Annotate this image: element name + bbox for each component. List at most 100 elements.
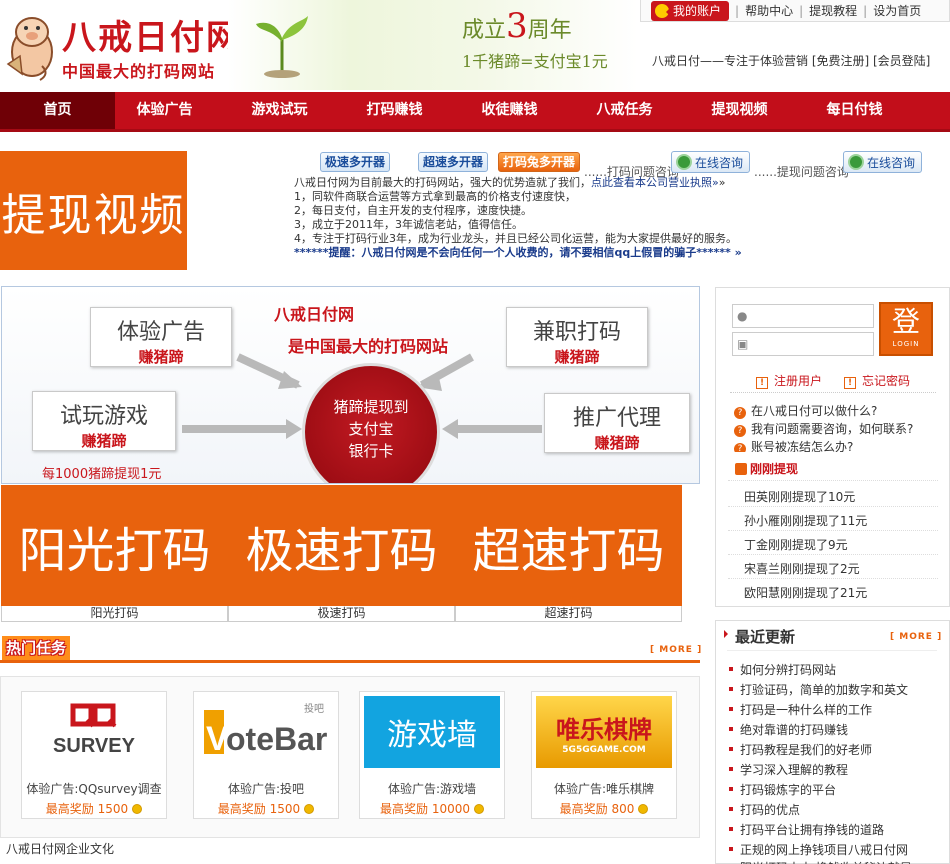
tile-caption[interactable]: 超速打码 — [455, 606, 682, 622]
task-card[interactable]: 游戏墙 体验广告:游戏墙 最高奖励 10000 — [359, 691, 505, 819]
register-link[interactable]: ! 注册用户 — [756, 372, 822, 389]
promo-banner[interactable]: 八戒日付网 是中国最大的打码网站 体验广告 赚猪蹄 兼职打码 赚猪蹄 试玩游戏 … — [1, 286, 700, 484]
nav-item-withdraw-video[interactable]: 提现视频 — [682, 92, 797, 129]
promo-box-sub: 赚猪蹄 — [554, 348, 600, 366]
promo-box-agent: 推广代理 赚猪蹄 — [544, 393, 690, 453]
bullet — [729, 767, 733, 771]
bullet — [729, 807, 733, 811]
tile-sunshine[interactable]: 阳光打码 — [1, 485, 228, 607]
turbo-multi-opener-button[interactable]: 极速多开器 — [320, 152, 391, 172]
forgot-password-link[interactable]: ! 忘记密码 — [844, 372, 910, 389]
nav-item-daily-pay[interactable]: 每日付钱 — [797, 92, 912, 129]
nav-item-experience-ads[interactable]: 体验广告 — [107, 92, 222, 129]
intro-point: 3，成立于2011年，3年诚信老站，值得信任。 — [294, 218, 523, 231]
username-field[interactable]: ● — [732, 304, 874, 328]
recent-article-link[interactable]: 如何分辨打码网站 — [740, 661, 836, 678]
logo-text[interactable]: 八戒日付网 — [62, 10, 242, 59]
recent-article-link[interactable]: 学习深入理解的教程 — [740, 761, 848, 778]
online-consult-button-2[interactable]: 在线咨询 — [843, 151, 923, 173]
withdraw-video-banner[interactable]: 提现视频 — [0, 151, 187, 270]
anniversary-suffix: 周年 — [527, 18, 572, 43]
recent-article-link[interactable]: 绝对靠谱的打码赚钱 — [740, 721, 848, 738]
bullet — [729, 667, 733, 671]
help-center-link[interactable]: 帮助中心 — [745, 2, 793, 19]
divider: | — [735, 3, 740, 18]
recent-article-link[interactable]: 阳光打码中中 挣钱收益秘诀就是 — [740, 859, 912, 864]
divider — [728, 480, 938, 481]
dama-rabbit-opener-button[interactable]: 打码兔多开器 — [498, 152, 581, 172]
withdraw-tutorial-link[interactable]: 提现教程 — [809, 2, 857, 19]
promo-box-parttime: 兼职打码 赚猪蹄 — [506, 307, 648, 367]
online-consult-button[interactable]: 在线咨询 — [671, 151, 751, 173]
business-license-link[interactable]: 点此查看本公司营业执照» — [591, 176, 719, 189]
task-name: 体验广告:唯乐棋牌 — [553, 782, 655, 796]
site-intro: 八戒日付网为目前最大的打码网站，强大的优势造就了我们，点此查看本公司营业执照»»… — [294, 176, 794, 260]
recent-article-link[interactable]: 打码锻炼字的平台 — [740, 781, 836, 798]
question-icon: ? — [734, 425, 746, 437]
recent-article-link[interactable]: 打码的优点 — [740, 801, 800, 818]
header-slogan[interactable]: 八戒日付——专注于体验营销 [免费注册] [会员登陆] — [652, 52, 930, 69]
circle-line: 支付宝 — [348, 420, 394, 438]
hot-tasks-more-link[interactable]: [ MORE ] — [650, 645, 702, 655]
divider — [727, 650, 937, 651]
task-card[interactable]: SURVEY 体验广告:QQsurvey调查 最高奖励 1500 — [21, 691, 167, 819]
faq-item[interactable]: ? 在八戒日付可以做什么? — [734, 402, 877, 419]
question-icon: ? — [734, 443, 746, 452]
logo-subtitle: 中国最大的打码网站 — [62, 62, 216, 81]
set-homepage-link[interactable]: 设为首页 — [873, 2, 921, 19]
main-nav: 首页 体验广告 游戏试玩 打码赚钱 收徒赚钱 八戒任务 提现视频 每日付钱 — [0, 92, 950, 132]
circle-line: 银行卡 — [348, 442, 394, 460]
recent-article-link[interactable]: 正规的网上挣钱项目八戒日付网 — [740, 841, 908, 858]
coin-icon — [474, 804, 485, 814]
faq-item[interactable]: ? 我有问题需要咨询，如何联系? — [734, 420, 913, 437]
svg-text:oteBar: oteBar — [226, 721, 327, 757]
super-multi-opener-button[interactable]: 超速多开器 — [418, 152, 489, 172]
login-button[interactable]: 登 LOGIN — [879, 302, 933, 356]
recent-more-link[interactable]: [ MORE ] — [890, 632, 942, 642]
withdraw-record: 田英刚刚提现了10元 — [744, 490, 856, 504]
nav-item-recruit-earn[interactable]: 收徒赚钱 — [452, 92, 567, 129]
recent-article-link[interactable]: 打码是一种什么样的工作 — [740, 701, 872, 718]
nav-item-game-trial[interactable]: 游戏试玩 — [222, 92, 337, 129]
tile-caption[interactable]: 极速打码 — [228, 606, 455, 622]
alert-icon: ! — [756, 377, 768, 389]
just-withdraw-title: 刚刚提现 — [735, 460, 798, 477]
recent-article-link[interactable]: 打码平台让拥有挣钱的道路 — [740, 821, 884, 838]
corporate-culture-heading[interactable]: 八戒日付网企业文化 — [6, 840, 114, 857]
tile-turbo[interactable]: 极速打码 — [228, 485, 455, 607]
tile-super[interactable]: 超速打码 — [455, 485, 682, 607]
promo-title: 八戒日付网 — [274, 305, 355, 324]
recent-article-link[interactable]: 打码教程是我们的好老师 — [740, 741, 872, 758]
promo-subtitle: 是中国最大的打码网站 — [288, 337, 449, 356]
nav-item-captcha-earn[interactable]: 打码赚钱 — [337, 92, 452, 129]
promo-box-title: 兼职打码 — [532, 320, 621, 345]
withdraw-record: 宋喜兰刚刚提现了2元 — [744, 562, 860, 576]
nav-item-tasks[interactable]: 八戒任务 — [567, 92, 682, 129]
scam-warning[interactable]: ******提醒：八戒日付网是不会向任何一个人收费的，请不要相信qq上假冒的骗子… — [294, 246, 794, 260]
withdraw-record: 丁金刚刚提现了9元 — [744, 538, 848, 552]
bullet — [729, 787, 733, 791]
weile-title: 唯乐棋牌 — [556, 714, 652, 744]
promo-box-sub: 赚猪蹄 — [81, 432, 127, 450]
my-account-button[interactable]: 我的账户 — [651, 0, 730, 21]
tile-caption[interactable]: 阳光打码 — [1, 606, 228, 622]
divider — [728, 530, 938, 531]
reward-value: 10000 — [431, 802, 471, 816]
alert-icon: ! — [844, 377, 856, 389]
password-field[interactable]: ▣ — [732, 332, 874, 356]
weile-domain: 5G5GGAME.COM — [562, 744, 646, 755]
nav-item-home[interactable]: 首页 — [0, 92, 115, 129]
sprout-icon — [256, 16, 308, 78]
faq-item[interactable]: ? 账号被冻结怎么办? — [734, 438, 853, 452]
task-card[interactable]: 唯乐棋牌 5G5GGAME.COM 体验广告:唯乐棋牌 最高奖励 800 — [531, 691, 677, 819]
pig-mascot-icon — [6, 17, 53, 81]
bullet — [729, 847, 733, 851]
faq-text: 账号被冻结怎么办? — [751, 440, 854, 452]
recent-updates-title: 最近更新 — [735, 628, 796, 646]
promo-box-game-trial: 试玩游戏 赚猪蹄 — [32, 391, 176, 451]
qq-survey-logo: SURVEY — [26, 696, 162, 768]
recent-article-link[interactable]: 打验证码，简单的加数字和英文 — [740, 681, 908, 698]
user-icon: ● — [737, 309, 748, 323]
task-card[interactable]: V oteBar 投吧 体验广告:投吧 最高奖励 1500 — [193, 691, 339, 819]
exchange-rate: 1千猪蹄=支付宝1元 — [462, 52, 608, 71]
